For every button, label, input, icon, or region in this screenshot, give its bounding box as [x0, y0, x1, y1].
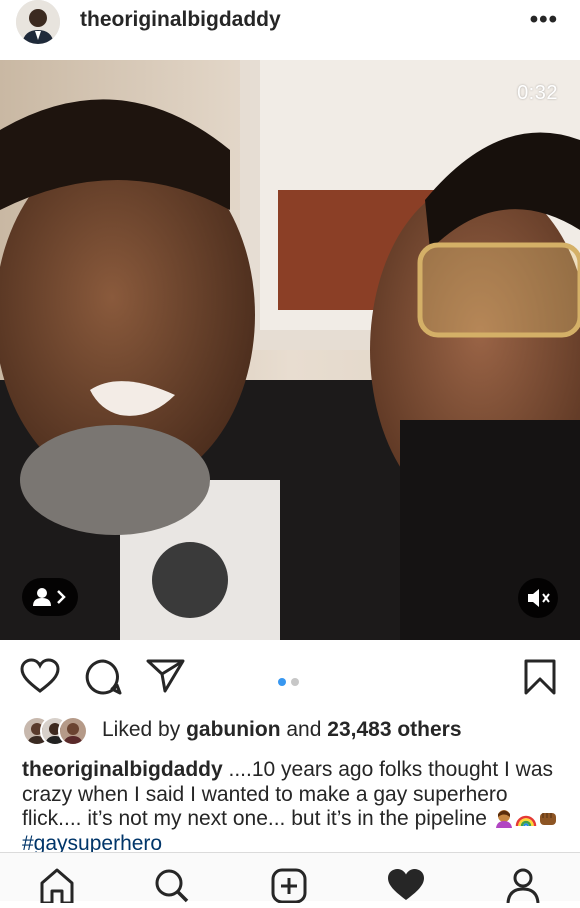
woman-superhero-emoji [495, 810, 512, 828]
liker-avatar [58, 716, 88, 746]
fist-emoji [539, 813, 556, 825]
comment-icon[interactable] [84, 658, 122, 701]
post-header: theoriginalbigdaddy ••• [0, 0, 580, 60]
likes-count[interactable]: 23,483 others [327, 718, 461, 741]
likes-row[interactable]: Liked by gabunion and 23,483 others [22, 716, 562, 746]
profile-icon[interactable] [504, 867, 542, 908]
more-options-icon[interactable]: ••• [530, 6, 558, 34]
bottom-navigation [0, 852, 580, 905]
liker-username[interactable]: gabunion [186, 718, 280, 741]
video-frame-image [0, 60, 580, 640]
liked-by-label: Liked by [102, 718, 187, 741]
post-caption: theoriginalbigdaddy ....10 years ago fol… [22, 758, 562, 856]
caption-username[interactable]: theoriginalbigdaddy [22, 758, 223, 781]
carousel-indicator [278, 673, 304, 691]
profile-avatar[interactable] [16, 0, 60, 44]
paper-plane-icon[interactable] [146, 658, 186, 699]
new-post-icon[interactable] [270, 867, 308, 908]
search-icon[interactable] [152, 867, 190, 908]
person-tag-icon [33, 588, 66, 606]
carousel-dot-active [278, 678, 286, 686]
activity-heart-icon[interactable] [386, 867, 426, 908]
post-video[interactable]: 0:32 [0, 60, 580, 640]
post-username[interactable]: theoriginalbigdaddy [80, 8, 281, 32]
rainbow-emoji [515, 815, 537, 827]
likes-and-label: and [280, 718, 328, 741]
tagged-people-button[interactable] [22, 578, 78, 616]
heart-outline-icon[interactable] [20, 658, 60, 699]
mute-button[interactable] [518, 578, 558, 618]
bookmark-icon[interactable] [523, 658, 557, 701]
carousel-dot [291, 678, 299, 686]
home-icon[interactable] [38, 867, 76, 908]
video-timer: 0:32 [517, 82, 558, 104]
likes-summary: Liked by gabunion and 23,483 others [102, 718, 462, 742]
speaker-muted-icon [528, 589, 550, 607]
